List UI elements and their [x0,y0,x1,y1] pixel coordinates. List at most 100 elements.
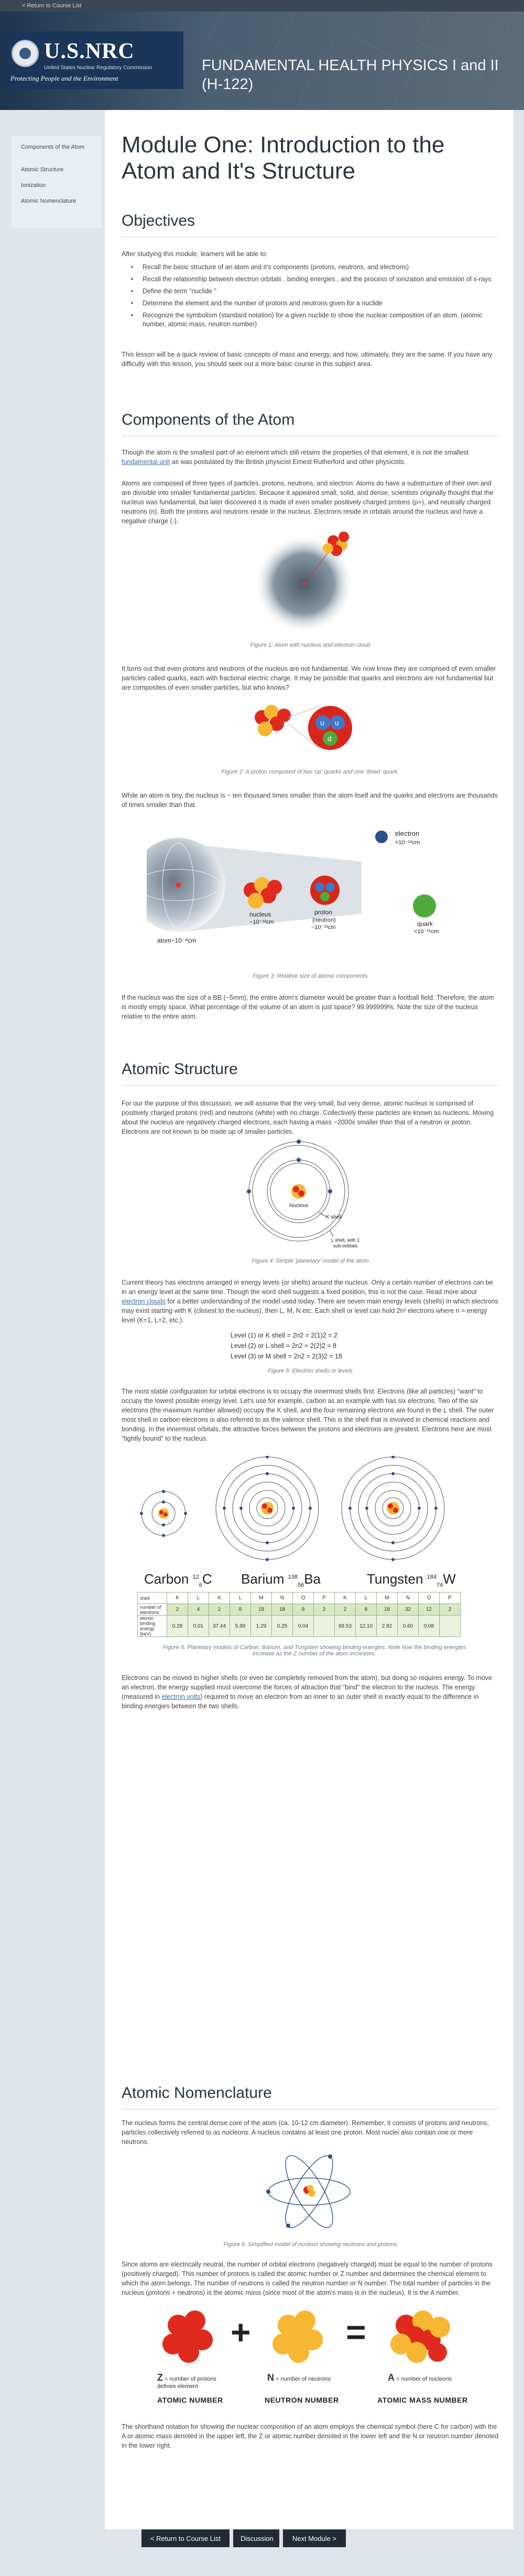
n-symbol: N [267,2372,274,2383]
table-cell: 0.01 [188,1615,209,1637]
up-quark [315,882,324,892]
components-p5: If the nucleus was the size of a BB (~5m… [122,994,494,1020]
proton [298,1190,304,1197]
tungsten-label: Tungsten 184 74W [367,1571,456,1588]
table-cell: 0.04 [292,1615,314,1637]
table-cell: K [334,1592,356,1604]
table-cell: 12.10 [355,1615,377,1637]
sidebar-item-atomic-nomenclature[interactable]: Atomic Nomenclature [21,198,76,204]
table-cell: N [397,1592,419,1604]
table-cell: 5.99 [230,1615,251,1637]
neutron-number-label: NEUTRON NUMBER [265,2396,339,2404]
element-name: Tungsten [367,1571,423,1587]
neutron [307,2185,313,2191]
table-header-cell: atomic binding energy (keV) [137,1615,167,1637]
barium-model [215,1456,319,1561]
nucleus-size: ~10⁻¹²cm [249,919,274,925]
nucleus-label: nucleus [249,911,271,918]
components-p1: Though the atom is the smallest part of … [122,448,499,467]
table-cell: 2 [209,1604,230,1616]
table-cell: 37.44 [209,1615,230,1637]
sidebar-item-ionization[interactable]: Ionization [21,182,46,189]
top-bar: < Return to Course List [0,0,524,12]
return-to-course-list-link[interactable]: < Return to Course List [22,3,81,9]
logo-tagline: Protecting People and the Environment [10,74,118,82]
element-name: Barium [241,1571,285,1587]
atomic-number: 74 [436,1582,443,1589]
a-symbol: A [388,2372,395,2383]
binding-energy-table: shell K L K L M N O P K L M N O P number… [137,1592,461,1637]
proton-cluster [255,705,291,736]
discussion-button[interactable]: Discussion [233,2529,279,2547]
table-cell: 2.82 [376,1615,398,1637]
list-item: Define the term "nuclide " [131,287,498,296]
z-symbol: Z [157,2372,163,2383]
figure-caption: Figure 2: A proton composed of two 'up' … [221,769,399,775]
table-cell: 18 [250,1604,272,1616]
table-cell: 12 [418,1604,440,1616]
quark-label: quark [417,920,433,927]
table-cell: 8 [230,1604,251,1616]
table-cell: 8 [355,1604,377,1616]
electron [247,1189,251,1193]
fundamental-unit-link[interactable]: fundamental unit [122,458,170,466]
return-to-course-list-button[interactable]: < Return to Course List [141,2529,230,2547]
carbon-label: Carbon 126C [144,1571,212,1588]
figure-caption: Figure 6: Planetary models of Carbon, Ba… [162,1644,466,1657]
equals-symbol: = [346,2313,366,2351]
quark-label: d [328,734,332,743]
electron [297,1158,301,1162]
table-cell: K [167,1592,188,1604]
structure-p1: For our the purpose of this discussion, … [122,1100,494,1135]
table-cell: 18 [376,1604,398,1616]
nucleus-label: Nucleus [289,1203,308,1209]
table-cell [313,1615,335,1637]
tungsten-model [341,1456,445,1561]
l-shell-label-line: L shell, with 1 [331,1237,359,1243]
plus-symbol: + [231,2313,251,2351]
up-quark [325,882,335,892]
quark-label: u [320,718,324,727]
table-cell: M [250,1592,272,1604]
table-cell: M [376,1592,398,1604]
k-shell-label: K shell [326,1214,342,1220]
components-p3: It turns out that even protons and neutr… [122,665,496,691]
list-item: Recognize the symbolism (standard notati… [131,311,498,329]
table-cell: K [209,1592,230,1604]
atom-electron-cloud-figure [254,532,354,634]
carbon-model [140,1490,187,1537]
mass-number: 12 [192,1574,199,1580]
mass-number: 138 [288,1574,298,1580]
table-cell: 69.53 [334,1615,356,1637]
table-cell: 2 [334,1604,356,1616]
nomenclature-p2: Since atoms are electrically neutral, th… [122,2261,493,2296]
quark-label: u [335,718,339,727]
proton [293,1186,299,1192]
electron-label: electron [395,830,419,837]
proton-size: ~10⁻¹³cm [311,924,335,931]
nrc-logo[interactable]: U.S.NRC United States Nuclear Regulatory… [5,31,183,89]
quark-sphere [413,894,436,917]
next-module-button[interactable]: Next Module > [283,2529,346,2547]
electron-clouds-link[interactable]: electron clouds [122,1298,166,1305]
nucleon-cluster-figure [390,2310,450,2363]
figure-caption: Figure 1: Atom with nucleus and electron… [250,642,370,648]
shell-capacity-list: Level (1) or K shell = 2n2 = 2(1)2 = 2 L… [231,1330,398,1362]
table-cell: 4 [188,1604,209,1616]
carbon-barium-tungsten-figure [140,1456,445,1561]
components-p4: While an atom is tiny, the nucleus is ~ … [122,792,498,809]
table-cell: O [418,1592,440,1604]
components-p2: Atoms are composed of three types of par… [122,480,494,525]
sidebar-item-atomic-structure[interactable]: Atomic Structure [21,167,63,173]
shell-capacity-line: Level (1) or K shell = 2n2 = 2(1)2 = 2 [231,1332,337,1339]
logo-subtitle: United States Nuclear Regulatory Commiss… [44,65,152,71]
element-symbol: C [202,1571,212,1587]
table-header-cell: number of electrons [137,1604,167,1616]
text: Current theory has electrons arranged in… [122,1279,493,1296]
electron-volts-link[interactable]: electron volts [161,1693,200,1700]
sidebar-item-components[interactable]: Components of the Atom [21,143,94,151]
atomic-structure-heading: Atomic Structure [122,1060,238,1078]
text: Though the atom is the smallest part of … [122,449,469,456]
table-cell: P [439,1592,461,1604]
table-cell: 2 [313,1604,335,1616]
